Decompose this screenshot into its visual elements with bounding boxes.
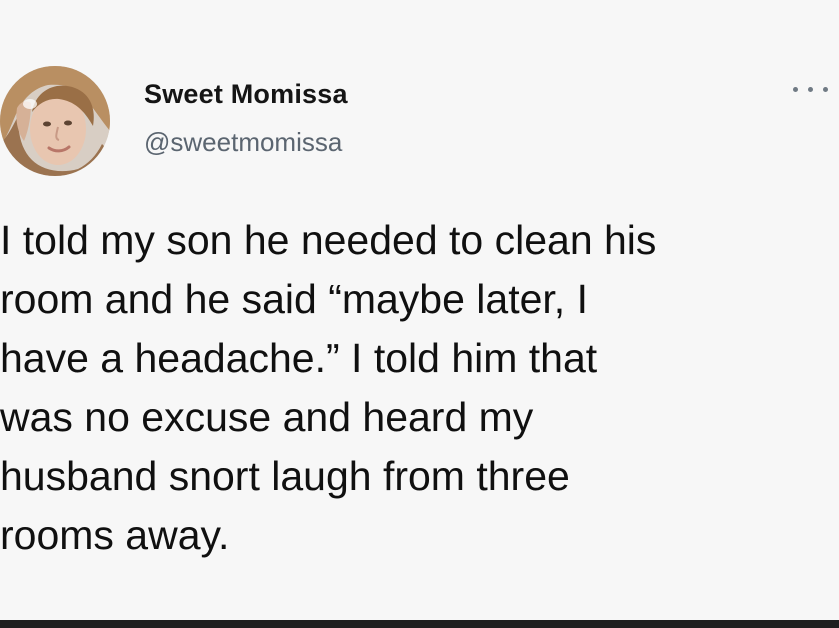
more-options-button[interactable] — [791, 78, 831, 100]
bottom-divider — [0, 620, 839, 628]
profile-photo-icon — [0, 66, 110, 176]
author-handle[interactable]: @sweetmomissa — [144, 127, 342, 158]
tweet-text-line: room and he said “maybe later, I — [0, 276, 588, 322]
more-horizontal-icon — [823, 87, 828, 92]
tweet-card: Sweet Momissa @sweetmomissa I told my so… — [0, 0, 839, 620]
tweet-text-line: was no excuse and heard my — [0, 394, 534, 440]
tweet-text: I told my son he needed to clean his roo… — [0, 211, 835, 565]
tweet-text-line: rooms away. — [0, 512, 230, 558]
author-display-name[interactable]: Sweet Momissa — [144, 79, 348, 110]
tweet-text-line: I told my son he needed to clean his — [0, 217, 657, 263]
tweet-text-line: have a headache.” I told him that — [0, 335, 598, 381]
more-horizontal-icon — [808, 87, 813, 92]
more-horizontal-icon — [793, 87, 798, 92]
tweet-text-line: husband snort laugh from three — [0, 453, 570, 499]
avatar[interactable] — [0, 66, 110, 176]
